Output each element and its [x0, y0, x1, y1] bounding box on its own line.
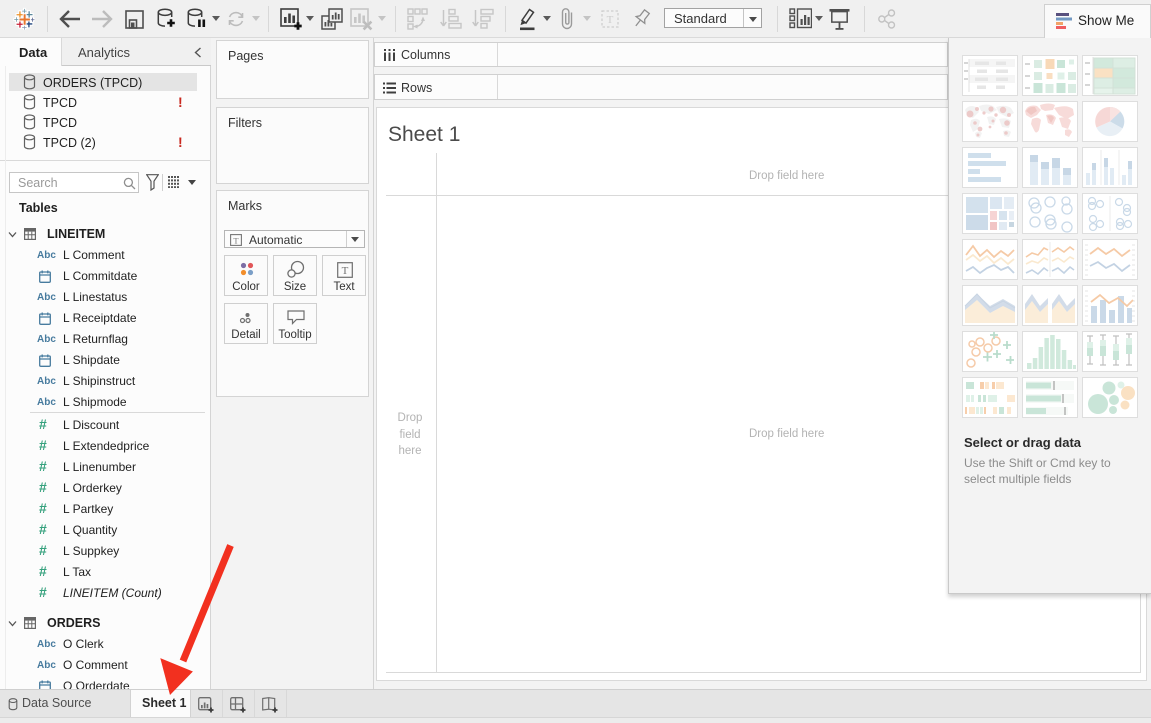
svg-text:T: T [607, 14, 614, 26]
svg-text:T: T [233, 235, 239, 245]
svg-text:T: T [342, 265, 349, 277]
